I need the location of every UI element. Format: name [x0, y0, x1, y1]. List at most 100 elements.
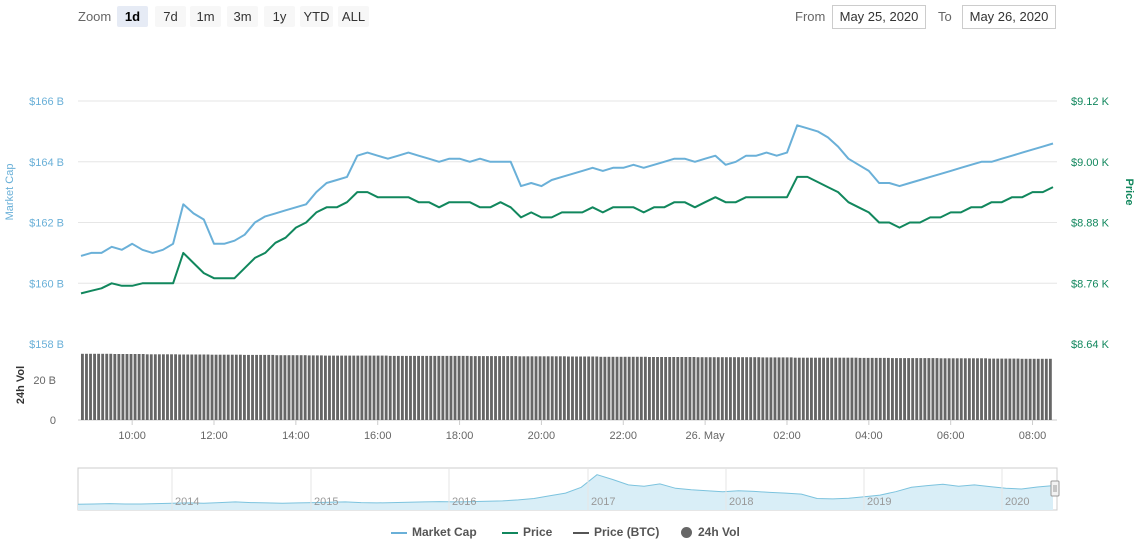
volume-bar — [473, 356, 477, 420]
legend-item-price-btc[interactable]: Price (BTC) — [573, 525, 659, 539]
volume-bar — [226, 354, 230, 420]
volume-bar — [129, 354, 133, 420]
legend-dot-icon — [681, 527, 692, 539]
navigator-year-label: 2014 — [175, 496, 199, 508]
volume-bar — [627, 356, 631, 420]
volume-bar — [579, 356, 582, 420]
navigator-year-label: 2017 — [591, 496, 615, 508]
volume-bar — [396, 355, 400, 420]
volume-bar — [927, 358, 931, 420]
volume-bar — [372, 355, 376, 420]
volume-bar — [510, 356, 514, 420]
volume-bar — [429, 355, 433, 420]
left-axis-tick-label: $162 B — [29, 218, 64, 230]
volume-bar — [97, 353, 101, 420]
navigator-year-label: 2016 — [452, 496, 476, 508]
volume-bar — [202, 354, 206, 420]
volume-bar — [279, 355, 283, 420]
volume-bar — [506, 356, 510, 420]
volume-bar — [141, 354, 145, 420]
volume-bar — [145, 354, 149, 420]
volume-axis-title: 24h Vol — [15, 366, 27, 404]
volume-bar — [186, 354, 190, 420]
volume-bar — [437, 355, 441, 420]
legend-item-24h-vol[interactable]: 24h Vol — [681, 525, 740, 539]
volume-bar — [514, 356, 518, 420]
volume-bar — [846, 357, 850, 420]
volume-bar — [1028, 358, 1032, 420]
volume-bar — [546, 356, 550, 420]
volume-bar — [923, 358, 927, 420]
volume-bar — [153, 354, 157, 420]
navigator-year-label: 2019 — [867, 496, 891, 508]
volume-bar — [210, 354, 214, 420]
volume-bar — [1040, 358, 1044, 420]
volume-bar — [595, 356, 599, 420]
volume-bar — [178, 354, 182, 420]
volume-bar — [708, 357, 712, 420]
legend-swatch — [502, 531, 518, 534]
volume-bar — [870, 357, 874, 420]
volume-bar — [81, 353, 84, 420]
volume-bar — [255, 354, 258, 420]
volume-bar — [1012, 358, 1016, 420]
volume-bar — [384, 355, 388, 420]
volume-bar — [121, 354, 125, 420]
volume-bar — [599, 356, 603, 420]
left-axis-tick-label: $164 B — [29, 157, 64, 169]
volume-bar — [1004, 358, 1008, 420]
volume-bar — [789, 357, 793, 420]
right-axis-tick-label: $8.76 K — [1071, 278, 1110, 290]
volume-bar — [137, 354, 141, 420]
volume-bar — [765, 357, 769, 420]
volume-bar — [315, 355, 319, 420]
volume-bar — [955, 358, 959, 420]
volume-bar — [583, 356, 587, 420]
x-axis-tick-label: 06:00 — [937, 430, 965, 442]
volume-bar — [643, 356, 647, 420]
volume-bar — [607, 356, 611, 420]
volume-bar — [117, 354, 121, 420]
legend-item-price[interactable]: Price — [502, 525, 552, 539]
volume-bar — [263, 354, 267, 420]
volume-bar — [980, 358, 983, 420]
legend-item-market-cap[interactable]: Market Cap — [391, 525, 477, 539]
volume-bar — [976, 358, 979, 420]
x-axis-tick-label: 16:00 — [364, 430, 392, 442]
volume-bar — [457, 355, 461, 420]
volume-bar — [380, 355, 384, 420]
left-axis-title: Market Cap — [4, 164, 16, 221]
volume-bar — [672, 357, 676, 420]
volume-bar — [951, 358, 955, 420]
volume-bar — [745, 357, 749, 420]
volume-bar — [785, 357, 789, 420]
volume-bar — [826, 357, 830, 420]
volume-bar — [615, 356, 619, 420]
volume-bar — [364, 355, 368, 420]
volume-bar — [895, 358, 898, 420]
volume-bar — [453, 355, 457, 420]
volume-bar — [668, 357, 672, 420]
volume-bar — [198, 354, 202, 420]
right-axis-tick-label: $8.64 K — [1071, 339, 1110, 351]
volume-bar — [461, 355, 465, 420]
volume-bar — [295, 355, 299, 420]
volume-bar — [166, 354, 169, 420]
volume-bar — [712, 357, 716, 420]
volume-bar — [234, 354, 238, 420]
x-axis-tick-label: 10:00 — [118, 430, 146, 442]
volume-bar — [1044, 358, 1048, 420]
volume-bar — [344, 355, 348, 420]
navigator-handle-icon[interactable] — [1050, 480, 1060, 497]
volume-bar — [984, 358, 987, 420]
volume-bar — [939, 358, 943, 420]
volume-bar — [530, 356, 534, 420]
x-axis-tick-label: 14:00 — [282, 430, 310, 442]
right-axis-title: Price — [1123, 179, 1135, 206]
chart-canvas: $166 B $164 B $162 B $160 B $158 B $9.12 K $9.… — [4, 96, 1135, 511]
volume-bar — [449, 355, 453, 420]
volume-bar — [445, 355, 449, 420]
volume-bar — [737, 357, 740, 420]
volume-bar — [1008, 358, 1012, 420]
volume-bar — [340, 355, 344, 420]
